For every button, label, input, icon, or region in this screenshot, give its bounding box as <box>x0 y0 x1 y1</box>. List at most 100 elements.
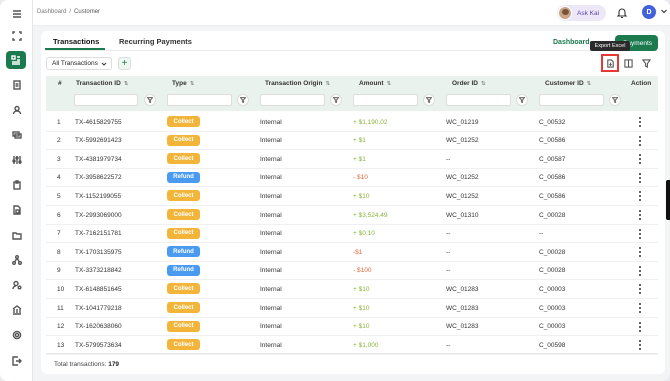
transaction-origin: Internal <box>260 174 282 182</box>
app-window: Dashboard / Customer Ask Kai D Transaction… <box>0 0 670 381</box>
customer-id: C_00587 <box>539 155 566 163</box>
scan-icon[interactable] <box>9 28 24 43</box>
filter-icon[interactable] <box>516 94 528 106</box>
row-actions-menu-icon[interactable] <box>637 228 643 240</box>
row-actions-menu-icon[interactable] <box>637 265 643 277</box>
row-actions-menu-icon[interactable] <box>637 135 643 147</box>
row-actions-menu-icon[interactable] <box>637 209 643 221</box>
filter-icon[interactable] <box>144 94 156 106</box>
row-number: 6 <box>57 211 61 219</box>
cards-icon[interactable] <box>9 127 24 142</box>
table-row[interactable]: 8 TX-1703135975 Refund Internal -$1 -- C_00028 <box>46 243 658 262</box>
origin-filter-input[interactable] <box>260 94 325 106</box>
settings-icon[interactable] <box>9 327 24 342</box>
transaction-origin: Internal <box>260 192 282 200</box>
row-actions-menu-icon[interactable] <box>637 190 643 202</box>
user-settings-icon[interactable] <box>9 277 24 292</box>
columns-button[interactable] <box>621 56 635 70</box>
order-id: -- <box>446 248 451 256</box>
row-actions-menu-icon[interactable] <box>637 339 643 351</box>
col-type[interactable]: Type ⇅ <box>172 80 194 87</box>
table-footer: Total transactions: 179 <box>54 361 119 368</box>
customer-id: C_00586 <box>539 174 566 182</box>
customer-id: -- <box>539 230 544 238</box>
export-excel-button[interactable] <box>601 54 619 72</box>
scroll-handle[interactable] <box>666 180 670 220</box>
row-number: 9 <box>57 267 61 275</box>
bell-icon[interactable] <box>616 7 628 19</box>
row-actions-menu-icon[interactable] <box>637 283 643 295</box>
add-filter-button[interactable]: + <box>118 57 131 70</box>
row-number: 3 <box>57 155 61 163</box>
amount: + $1,000 <box>353 341 379 349</box>
filter-icon[interactable] <box>330 94 342 106</box>
table-row[interactable]: 6 TX-2993069000 Collect Internal + $3,524.49… <box>46 206 658 225</box>
logout-icon[interactable] <box>9 353 24 368</box>
col-customer-id[interactable]: Customer ID ⇅ <box>545 80 591 87</box>
folder-icon[interactable] <box>9 227 24 242</box>
table-row[interactable]: 4 TX-3958622572 Refund Internal - $10 WC_0125… <box>46 169 658 188</box>
plus-icon: + <box>121 58 128 69</box>
amount-filter-input[interactable] <box>353 94 418 106</box>
total-transactions-label: Total transactions: <box>54 361 107 368</box>
filter-icon[interactable] <box>423 94 435 106</box>
sliders-icon[interactable] <box>9 152 24 167</box>
table-row[interactable]: 12 TX-1620638060 Collect Internal + $10 WC_01… <box>46 318 658 337</box>
col-amount[interactable]: Amount ⇅ <box>359 80 391 87</box>
table-row[interactable]: 1 TX-4615829755 Collect Internal + $1,190.02… <box>46 113 658 132</box>
table-row[interactable]: 7 TX-7162151781 Collect Internal + $0.10 -- -- <box>46 225 658 244</box>
menu-icon[interactable] <box>9 6 24 21</box>
chevron-down-icon[interactable] <box>660 7 668 15</box>
user-icon[interactable] <box>9 102 24 117</box>
dashboard-link-label: Dashboard <box>553 39 590 46</box>
dashboard-link[interactable]: Dashboard <box>553 39 590 46</box>
tab-transactions[interactable]: Transactions <box>53 37 99 46</box>
filter-icon[interactable] <box>609 94 621 106</box>
file-lock-icon[interactable] <box>9 202 24 217</box>
row-actions-menu-icon[interactable] <box>637 153 643 165</box>
col-transaction-id[interactable]: Transaction ID ⇅ <box>76 80 128 87</box>
bank-icon[interactable] <box>9 302 24 317</box>
order-id-filter-input[interactable] <box>446 94 511 106</box>
transactions-filter-select[interactable]: All Transactions <box>46 57 112 70</box>
customer-id-filter-input[interactable] <box>539 94 604 106</box>
order-id: -- <box>446 267 451 275</box>
table-row[interactable]: 9 TX-3373218842 Refund Internal - $100 -- C_00… <box>46 262 658 281</box>
type-filter-input[interactable] <box>167 94 232 106</box>
transaction-origin: Internal <box>260 341 282 349</box>
table-row[interactable]: 5 TX-1152199055 Collect Internal + $10 WC_012… <box>46 187 658 206</box>
col-order-id[interactable]: Order ID ⇅ <box>452 80 486 87</box>
transaction-origin: Internal <box>260 304 282 312</box>
tab-recurring-payments[interactable]: Recurring Payments <box>119 37 192 46</box>
row-actions-menu-icon[interactable] <box>637 116 643 128</box>
row-actions-menu-icon[interactable] <box>637 302 643 314</box>
table-row[interactable]: 3 TX-4381979734 Collect Internal + $1 -- C_005… <box>46 150 658 169</box>
col-action: Action <box>631 80 652 87</box>
document-icon[interactable] <box>9 77 24 92</box>
col-transaction-origin[interactable]: Transaction Origin ⇅ <box>265 80 330 87</box>
customer-id: C_00586 <box>539 192 566 200</box>
table-row[interactable]: 11 TX-1041779218 Collect Internal + $10 WC_01… <box>46 299 658 318</box>
row-actions-menu-icon[interactable] <box>637 172 643 184</box>
filter-button[interactable] <box>639 56 653 70</box>
table-row[interactable]: 10 TX-6148851645 Collect Internal + $10 WC_01… <box>46 280 658 299</box>
row-actions-menu-icon[interactable] <box>637 246 643 258</box>
type-badge: Collect <box>167 302 200 313</box>
network-icon[interactable] <box>9 252 24 267</box>
total-transactions-count: 179 <box>108 361 120 368</box>
col-order-id-label: Order ID <box>452 80 479 87</box>
user-avatar[interactable]: D <box>642 5 656 19</box>
order-id: WC_01283 <box>446 285 479 293</box>
clipboard-icon[interactable] <box>9 177 24 192</box>
table-row[interactable]: 13 TX-5799573634 Collect Internal + $1,000 --… <box>46 336 658 355</box>
breadcrumb-current: Customer <box>74 9 101 15</box>
filter-icon[interactable] <box>237 94 249 106</box>
row-number: 1 <box>57 118 61 126</box>
ask-kai-button[interactable]: Ask Kai <box>557 5 606 21</box>
row-actions-menu-icon[interactable] <box>637 321 643 333</box>
transaction-id: TX-1620638060 <box>75 323 122 331</box>
transaction-id-filter-input[interactable] <box>74 94 138 106</box>
breadcrumb-dashboard[interactable]: Dashboard <box>37 9 66 15</box>
transactions-icon[interactable] <box>6 51 26 69</box>
table-row[interactable]: 2 TX-5992691423 Collect Internal + $1 WC_0125… <box>46 132 658 151</box>
